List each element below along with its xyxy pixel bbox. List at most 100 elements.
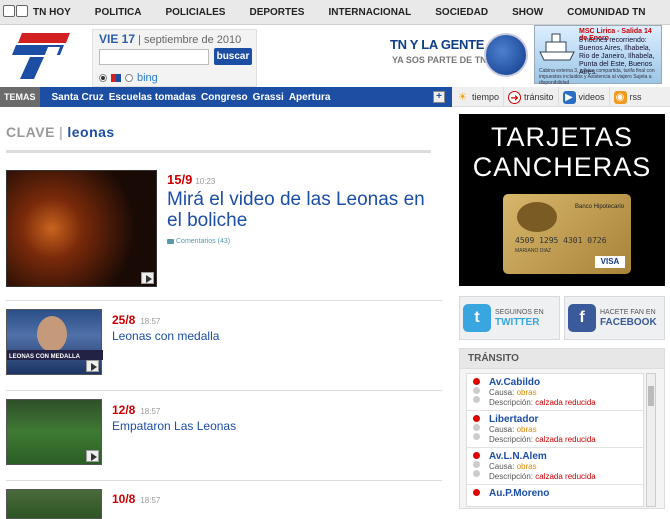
traffic-item[interactable]: Libertador Causa: obras Descripción: cal… [467,411,643,448]
menu-icon[interactable] [16,5,28,17]
tools-bar: ☀ tiempo ➜ tránsito ▶ videos ◉ rss [452,87,670,107]
bing-search-radio[interactable] [125,74,133,82]
topic-apertura[interactable]: Apertura [289,92,331,103]
traffic-item[interactable]: Av.Cabildo Causa: obras Descripción: cal… [467,374,643,411]
traffic-item[interactable]: Av.L.N.Alem Causa: obras Descripción: ca… [467,448,643,485]
rss-icon: ◉ [613,90,627,104]
cruise-ad[interactable]: MSC Lirica - Salida 14 de Enero 8 noches… [534,25,662,86]
traffic-street[interactable]: Av.Cabildo [489,377,643,388]
play-icon[interactable] [141,272,154,284]
play-icon[interactable] [86,360,99,372]
twitter-icon: t [463,304,491,332]
tn-small-icon [111,74,121,82]
topic-escuelas-tomadas[interactable]: Escuelas tomadas [109,92,196,103]
nav-tn-hoy[interactable]: TN HOY [29,0,75,25]
ad-headline-2: CANCHERAS [472,152,652,182]
traffic-street[interactable]: Libertador [489,414,643,425]
tool-tiempo[interactable]: ☀ tiempo [452,87,505,107]
search-box: VIE 17 | septiembre de 2010 buscar bing [92,29,257,87]
facebook-small-text: HACETE FAN EN [600,309,656,316]
topic-grassi[interactable]: Grassi [253,92,284,103]
divider [6,480,442,481]
featured-headline[interactable]: Mirá el video de las Leonas en el bolich… [167,189,432,231]
card-bank: Banco Hipotecario [575,204,625,210]
traffic-list[interactable]: Av.Cabildo Causa: obras Descripción: cal… [466,373,644,507]
twitter-button[interactable]: t SEGUINOS EN TWITTER [459,296,560,340]
ad-headline: TARJETAS CANCHERAS [459,122,665,182]
owl-icon [517,202,557,232]
tool-transito-label: tránsito [524,92,554,102]
nav-deportes[interactable]: DEPORTES [245,0,308,25]
tn-logo[interactable] [8,31,72,81]
top-navigation: TN HOY POLITICA POLICIALES DEPORTES INTE… [0,0,670,25]
tn-globe-icon [484,33,528,77]
traffic-cause: Causa: obras [489,462,537,471]
traffic-street[interactable]: Av.L.N.Alem [489,451,643,462]
facebook-icon: f [568,304,596,332]
traffic-cause: Causa: obras [489,425,537,434]
promo-line1: TN Y LA GENTE [390,37,485,52]
traffic-sign-icon: ➜ [508,90,522,104]
nav-policiales[interactable]: POLICIALES [161,0,229,25]
featured-time: 10:23 [195,177,216,186]
tool-tiempo-label: tiempo [472,92,500,102]
facebook-button[interactable]: f HACETE FAN EN FACEBOOK [564,296,665,340]
article-date: 12/8 18:57 [112,403,160,417]
article-thumbnail[interactable] [6,489,102,519]
twitter-small-text: SEGUINOS EN [495,309,544,316]
topics-expand-icon[interactable]: + [433,91,445,103]
traffic-street[interactable]: Au.P.Moreno [489,488,643,499]
featured-comments-link[interactable]: Comentarios (43) [167,238,230,245]
nav-comunidad-tn[interactable]: COMUNIDAD TN [563,0,649,25]
tarjetas-ad[interactable]: TARJETAS CANCHERAS Banco Hipotecario 450… [459,114,665,286]
article-thumbnail[interactable] [6,399,102,465]
site-search-radio[interactable] [99,74,107,82]
nav-sociedad[interactable]: SOCIEDAD [431,0,492,25]
visa-logo: VISA [595,256,625,268]
twitter-text: SEGUINOS EN TWITTER [495,308,544,328]
twitter-big-text: TWITTER [495,317,540,328]
page-title: CLAVE | leonas [6,124,115,140]
traffic-widget: TRÁNSITO Av.Cabildo Causa: obras Descrip… [459,348,665,509]
featured-video-thumbnail[interactable] [6,170,157,287]
search-input[interactable] [99,49,209,65]
comment-icon [167,239,174,244]
red-light-icon [473,452,480,459]
article-time: 18:57 [140,496,161,505]
article-time: 18:57 [140,317,161,326]
nav-internacional[interactable]: INTERNACIONAL [324,0,415,25]
article-date-value: 25/8 [112,313,136,327]
topic-congreso[interactable]: Congreso [201,92,248,103]
topic-santa-cruz[interactable]: Santa Cruz [52,92,104,103]
tool-transito[interactable]: ➜ tránsito [504,87,559,107]
article-title[interactable]: Empataron Las Leonas [112,419,236,433]
tool-videos[interactable]: ▶ videos [559,87,610,107]
home-icon[interactable] [3,5,15,17]
video-camera-icon: ▶ [562,90,576,104]
date-rest: | septiembre de 2010 [138,34,242,46]
nav-politica[interactable]: POLITICA [91,0,146,25]
traffic-description: Descripción: calzada reducida [489,472,596,481]
article-date-value: 10/8 [112,492,136,506]
nav-show[interactable]: SHOW [508,0,547,25]
bing-label: bing [137,72,158,84]
traffic-cause: Causa: obras [489,388,537,397]
traffic-item[interactable]: Au.P.Moreno [467,485,643,506]
traffic-scrollbar[interactable] [646,373,656,507]
tn-y-la-gente-promo[interactable]: TN Y LA GENTE YA SOS PARTE DE TN [388,33,530,81]
traffic-description: Descripción: calzada reducida [489,435,596,444]
article-thumbnail[interactable]: LEONAS CON MEDALLA [6,309,103,375]
topics-bar: TEMAS Santa Cruz Escuelas tomadas Congre… [0,87,452,107]
topics-label: TEMAS [0,87,40,107]
article-date: 25/8 18:57 [112,313,160,327]
red-light-icon [473,489,480,496]
red-light-icon [473,378,480,385]
tool-rss-label: rss [629,92,642,102]
scrollbar-thumb[interactable] [648,386,654,406]
tool-rss[interactable]: ◉ rss [610,87,646,107]
ad-fine-print: Cabina externa 3, cabina compartida, tar… [539,68,655,86]
article-title[interactable]: Leonas con medalla [112,329,219,343]
search-button[interactable]: buscar [214,48,252,65]
play-icon[interactable] [86,450,99,462]
current-date: VIE 17 | septiembre de 2010 [99,32,241,46]
